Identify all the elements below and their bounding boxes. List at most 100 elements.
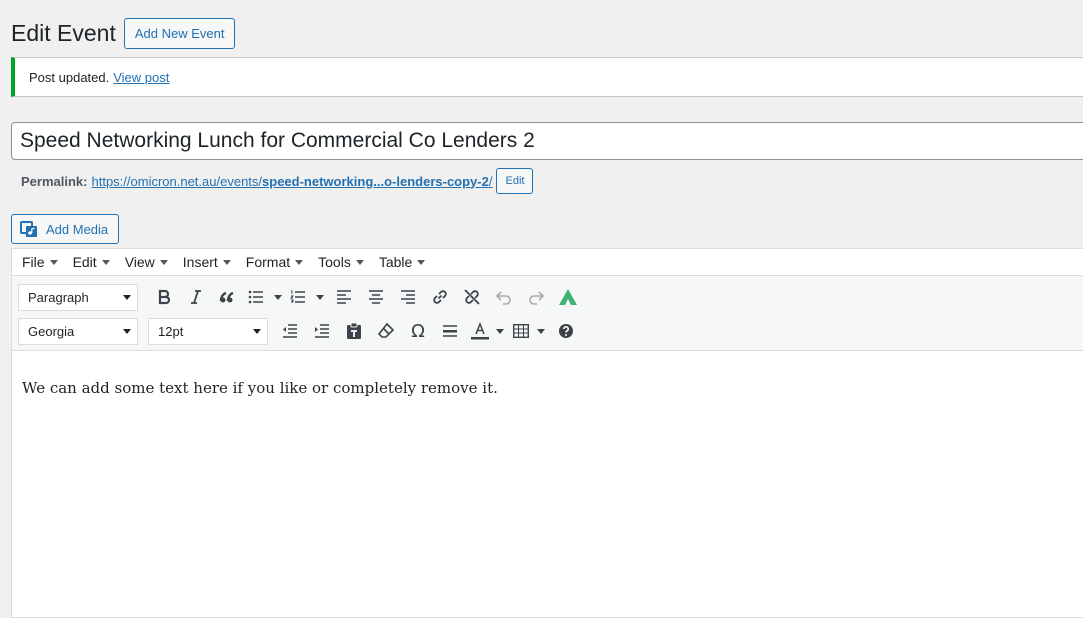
undo-icon (495, 291, 511, 305)
font-size-select[interactable]: 12pt (148, 317, 268, 345)
font-size-value: 12pt (158, 323, 184, 339)
clear-formatting-icon (377, 322, 395, 338)
help-icon (559, 324, 573, 338)
menu-insert-label: Insert (182, 254, 218, 270)
special-character-button[interactable]: Ω (402, 316, 434, 346)
menu-format[interactable]: Format (245, 254, 304, 270)
outdent-button[interactable] (274, 316, 306, 346)
numbered-list-icon (290, 290, 305, 303)
permalink-slug: speed-networking...o-lenders-copy-2 (262, 173, 489, 189)
font-family-value: Georgia (28, 323, 75, 339)
menu-view-label: View (124, 254, 155, 270)
menu-file[interactable]: File (22, 254, 58, 270)
permalink-base: https://omicron.net.au/events/ (91, 173, 263, 189)
link-icon (433, 290, 447, 304)
paste-text-button[interactable] (338, 316, 370, 346)
horizontal-line-button[interactable] (434, 316, 466, 346)
permalink-link[interactable]: https://omicron.net.au/events/speed-netw… (91, 174, 492, 189)
menu-format-label: Format (245, 254, 291, 270)
bold-button[interactable] (148, 282, 180, 312)
chevron-down-icon (253, 328, 261, 334)
help-button[interactable] (550, 316, 582, 346)
chevron-down-icon (49, 259, 58, 265)
bold-icon (158, 289, 171, 305)
blockquote-button[interactable] (212, 282, 244, 312)
paste-text-icon (347, 322, 361, 339)
page-title: Edit Event (11, 20, 116, 46)
notice-text: Post updated. (29, 69, 110, 85)
outdent-icon (283, 324, 297, 338)
editor-toolbar: Paragraph Georgia 12pt Ω (12, 276, 1083, 351)
chevron-down-icon (316, 294, 324, 300)
redo-icon (529, 291, 545, 305)
align-center-icon (369, 290, 383, 304)
undo-button[interactable] (488, 282, 520, 312)
menu-view[interactable]: View (125, 254, 168, 270)
editor-content[interactable]: We can add some text here if you like or… (12, 351, 1083, 425)
menu-table[interactable]: Table (378, 254, 426, 270)
add-new-event-button[interactable]: Add New Event (123, 17, 236, 49)
align-center-button[interactable] (360, 282, 392, 312)
menu-edit[interactable]: Edit (73, 254, 110, 270)
chevron-down-icon (417, 259, 426, 265)
menu-edit-label: Edit (72, 254, 97, 270)
font-family-select[interactable]: Georgia (18, 317, 138, 345)
chevron-down-icon (295, 259, 304, 265)
bullet-list-button[interactable] (244, 282, 286, 312)
editor-menubar: File Edit View Insert Format Tools Table (12, 249, 1083, 276)
italic-icon (191, 290, 201, 304)
chevron-down-icon (123, 328, 131, 334)
numbered-list-button[interactable] (286, 282, 328, 312)
table-button[interactable] (508, 316, 550, 346)
align-left-icon (337, 290, 351, 304)
menu-insert[interactable]: Insert (183, 254, 231, 270)
redo-button[interactable] (520, 282, 552, 312)
text-color-icon (471, 322, 489, 340)
blockquote-icon (219, 291, 234, 303)
toolbar-row-1: Paragraph (18, 280, 1083, 314)
align-right-icon (401, 290, 415, 304)
permalink-label: Permalink: (21, 173, 88, 189)
clear-formatting-button[interactable] (370, 316, 402, 346)
update-notice: Post updated. View post (11, 57, 1083, 97)
add-media-button[interactable]: Add Media (11, 214, 120, 244)
chevron-down-icon (101, 259, 110, 265)
indent-icon (315, 324, 329, 338)
chevron-down-icon (537, 328, 545, 334)
classic-editor: File Edit View Insert Format Tools Table… (11, 248, 1083, 618)
menu-file-label: File (22, 254, 45, 270)
text-color-button[interactable] (466, 316, 508, 346)
chevron-down-icon (355, 259, 364, 265)
menu-tools-label: Tools (318, 254, 351, 270)
italic-button[interactable] (180, 282, 212, 312)
post-title-input[interactable]: Speed Networking Lunch for Commercial Co… (11, 122, 1083, 160)
add-media-icon (20, 221, 37, 237)
plugin-logo-button[interactable] (552, 282, 584, 312)
link-button[interactable] (424, 282, 456, 312)
unlink-icon (464, 289, 480, 305)
align-right-button[interactable] (392, 282, 424, 312)
special-character-icon: Ω (411, 320, 425, 342)
view-post-link[interactable]: View post (113, 70, 169, 85)
unlink-button[interactable] (456, 282, 488, 312)
plugin-logo-icon (559, 289, 577, 305)
table-icon (513, 324, 529, 338)
chevron-down-icon (123, 294, 131, 300)
chevron-down-icon (496, 328, 504, 334)
chevron-down-icon (159, 259, 168, 265)
align-left-button[interactable] (328, 282, 360, 312)
menu-tools[interactable]: Tools (318, 254, 364, 270)
block-format-select[interactable]: Paragraph (18, 283, 138, 311)
add-media-label: Add Media (46, 221, 109, 237)
toolbar-row-2: Georgia 12pt Ω (18, 314, 1083, 348)
indent-button[interactable] (306, 316, 338, 346)
menu-table-label: Table (378, 254, 413, 270)
permalink-trailing: / (488, 173, 493, 189)
chevron-down-icon (274, 294, 282, 300)
edit-permalink-button[interactable]: Edit (496, 168, 534, 194)
block-format-value: Paragraph (28, 289, 89, 305)
horizontal-line-icon (443, 325, 457, 337)
permalink-row: Permalink: https://omicron.net.au/events… (21, 168, 534, 194)
content-paragraph: We can add some text here if you like or… (22, 379, 498, 397)
bullet-list-icon (248, 290, 263, 304)
